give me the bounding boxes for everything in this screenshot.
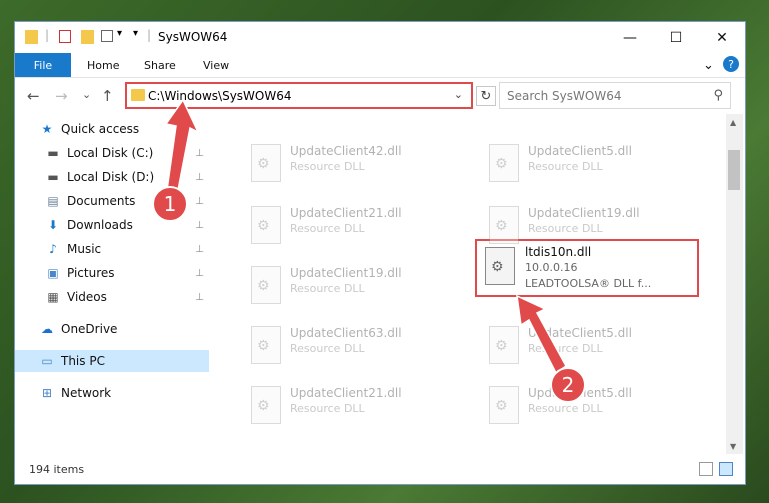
annotation-arrows — [164, 98, 567, 375]
arrow-2 — [516, 294, 567, 375]
arrow-1 — [164, 98, 200, 191]
step-badge-1: 1 — [152, 186, 188, 222]
step-badge-2: 2 — [550, 367, 586, 403]
